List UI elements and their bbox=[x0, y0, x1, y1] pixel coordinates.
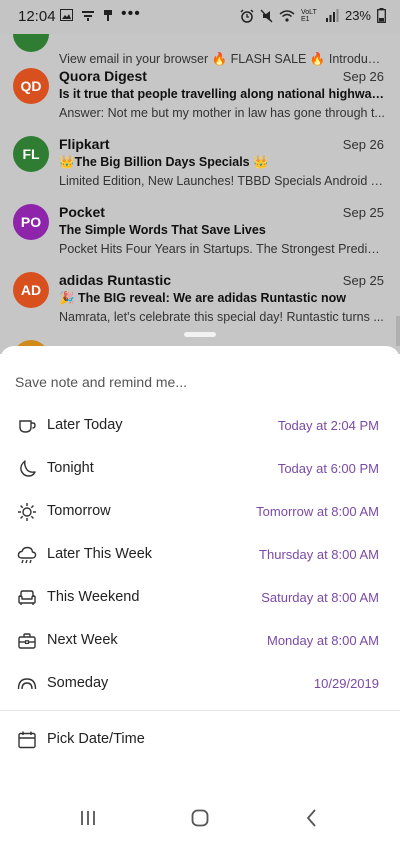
option-later-today[interactable]: Later Today Today at 2:04 PM bbox=[0, 405, 400, 447]
armchair-icon bbox=[18, 590, 36, 605]
battery-percent: 23% bbox=[344, 8, 371, 23]
option-next-week[interactable]: Next Week Monday at 8:00 AM bbox=[0, 620, 400, 662]
cast-icon bbox=[82, 11, 94, 21]
avatar bbox=[13, 34, 49, 52]
wifi-icon bbox=[279, 10, 295, 22]
option-label: Tomorrow bbox=[47, 503, 111, 519]
more-dots-icon: ••• bbox=[121, 5, 141, 22]
option-label: Later This Week bbox=[47, 546, 153, 562]
option-tomorrow[interactable]: Tomorrow Tomorrow at 8:00 AM bbox=[0, 491, 400, 533]
option-time: Today at 2:04 PM bbox=[277, 418, 379, 433]
status-bar: 12:04 ••• VoLTE1 23% bbox=[0, 0, 400, 34]
option-time: Thursday at 8:00 AM bbox=[259, 547, 379, 562]
option-label: Someday bbox=[47, 675, 109, 691]
option-tonight[interactable]: Tonight Today at 6:00 PM bbox=[0, 448, 400, 490]
option-later-this-week[interactable]: Later This Week Thursday at 8:00 AM bbox=[0, 534, 400, 576]
sheet-drag-handle[interactable] bbox=[184, 332, 216, 337]
email-row[interactable]: QD Quora Digest Sep 26 Is it true that p… bbox=[0, 66, 400, 134]
home-icon[interactable] bbox=[188, 806, 212, 830]
option-time: Monday at 8:00 AM bbox=[266, 633, 379, 648]
email-sender: Quora Digest bbox=[59, 68, 147, 84]
system-icons: VoLTE1 23% bbox=[240, 8, 386, 23]
email-preview: Limited Edition, New Launches! TBBD Spec… bbox=[59, 174, 385, 188]
mute-icon bbox=[260, 9, 273, 22]
email-subject: The Simple Words That Save Lives bbox=[59, 223, 266, 237]
option-someday[interactable]: Someday 10/29/2019 bbox=[0, 663, 400, 705]
cup-icon bbox=[19, 420, 36, 433]
option-label: Pick Date/Time bbox=[47, 731, 145, 747]
option-label: This Weekend bbox=[47, 589, 140, 605]
email-date: Sep 25 bbox=[342, 205, 384, 220]
back-icon[interactable] bbox=[300, 806, 324, 830]
alarm-icon bbox=[240, 8, 254, 23]
email-date: Sep 26 bbox=[342, 137, 384, 152]
notification-icons: ••• bbox=[60, 5, 141, 22]
option-pick-date-time[interactable]: Pick Date/Time bbox=[0, 719, 400, 761]
recent-apps-icon[interactable] bbox=[76, 806, 100, 830]
option-time: 10/29/2019 bbox=[313, 676, 379, 691]
scroll-indicator bbox=[396, 316, 400, 346]
pin-icon bbox=[104, 10, 112, 21]
sheet-divider bbox=[0, 710, 400, 711]
network-label: VoLTE1 bbox=[300, 8, 317, 23]
avatar: FL bbox=[13, 136, 49, 172]
email-date: Sep 25 bbox=[342, 273, 384, 288]
email-sender: Pocket bbox=[59, 204, 105, 220]
briefcase-icon bbox=[18, 633, 36, 649]
option-label: Later Today bbox=[47, 417, 123, 433]
calendar-icon bbox=[18, 731, 36, 749]
avatar: QD bbox=[13, 68, 49, 104]
battery-icon bbox=[377, 8, 386, 23]
email-subject: Is it true that people travelling along … bbox=[59, 87, 385, 101]
email-preview: View email in your browser 🔥 FLASH SALE … bbox=[59, 52, 385, 66]
option-time: Today at 6:00 PM bbox=[277, 461, 379, 476]
sun-icon bbox=[18, 503, 36, 521]
option-time: Saturday at 8:00 AM bbox=[261, 590, 379, 605]
option-label: Next Week bbox=[47, 632, 118, 648]
email-sender: Flipkart bbox=[59, 136, 110, 152]
email-list-dimmed: View email in your browser 🔥 FLASH SALE … bbox=[0, 34, 400, 354]
email-preview: Namrata, let's celebrate this special da… bbox=[59, 310, 384, 324]
system-navigation-bar bbox=[0, 794, 400, 844]
email-subject: 👑The Big Billion Days Specials 👑 bbox=[59, 155, 269, 169]
sheet-title: Save note and remind me... bbox=[15, 374, 187, 390]
moon-icon bbox=[20, 460, 36, 477]
rainbow-icon bbox=[17, 678, 37, 690]
option-this-weekend[interactable]: This Weekend Saturday at 8:00 AM bbox=[0, 577, 400, 619]
option-label: Tonight bbox=[47, 460, 94, 476]
email-date: Sep 26 bbox=[342, 69, 384, 84]
email-row[interactable]: AD adidas Runtastic Sep 25 🎉 The BIG rev… bbox=[0, 270, 400, 338]
avatar: AD bbox=[13, 272, 49, 308]
image-icon bbox=[60, 9, 73, 21]
email-row[interactable]: PO Pocket Sep 25 The Simple Words That S… bbox=[0, 202, 400, 270]
email-sender: adidas Runtastic bbox=[59, 272, 172, 288]
cloud-rain-icon bbox=[17, 546, 37, 564]
email-row[interactable]: FL Flipkart Sep 26 👑The Big Billion Days… bbox=[0, 134, 400, 202]
snooze-bottom-sheet: Save note and remind me... Later Today T… bbox=[0, 346, 400, 844]
option-time: Tomorrow at 8:00 AM bbox=[256, 504, 379, 519]
email-subject: 🎉 The BIG reveal: We are adidas Runtasti… bbox=[59, 291, 346, 305]
avatar: PO bbox=[13, 204, 49, 240]
email-preview: Answer: Not me but my mother in law has … bbox=[59, 106, 385, 120]
status-time: 12:04 bbox=[18, 8, 56, 25]
signal-icon bbox=[325, 9, 339, 22]
email-preview: Pocket Hits Four Years in Startups. The … bbox=[59, 242, 385, 256]
